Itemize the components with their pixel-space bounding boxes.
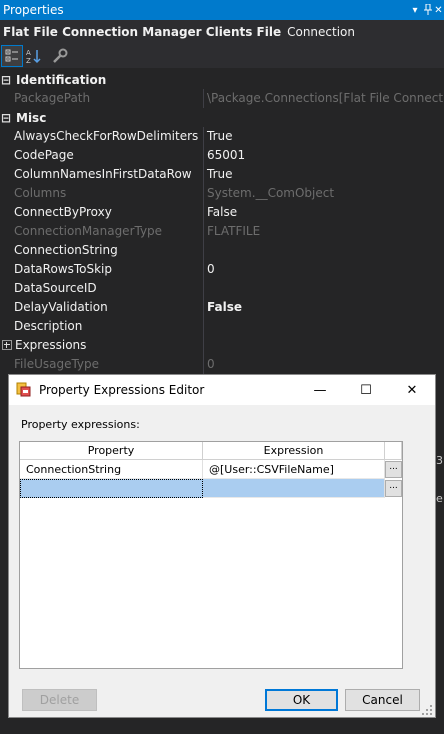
cancel-button[interactable]: Cancel [345, 689, 420, 711]
property-expressions-label: Property expressions: [21, 418, 140, 431]
alphabetical-icon[interactable]: A Z [24, 46, 44, 66]
property-value: 0 [204, 355, 444, 374]
property-name: CodePage [0, 146, 204, 165]
property-name: ConnectionString [0, 241, 204, 260]
property-value[interactable]: 65001 [204, 146, 444, 165]
property-row[interactable]: CodePage 65001 [0, 146, 444, 165]
property-name: ConnectByProxy [0, 203, 204, 222]
property-expressions-editor-dialog: Property Expressions Editor — ☐ ✕ Proper… [8, 374, 436, 718]
column-header-spacer [385, 442, 402, 460]
properties-toolbar: A Z [0, 44, 444, 68]
property-value[interactable] [204, 336, 444, 355]
minimize-icon[interactable]: — [297, 375, 343, 405]
property-row[interactable]: ConnectionString [0, 241, 444, 260]
collapse-icon[interactable]: ⊟ [0, 73, 13, 87]
property-row[interactable]: AlwaysCheckForRowDelimiters True [0, 127, 444, 146]
maximize-icon[interactable]: ☐ [343, 375, 389, 405]
property-row-expressions[interactable]: Expressions [0, 336, 444, 355]
resize-grip-icon[interactable] [422, 705, 432, 715]
window-title: Properties [3, 3, 64, 17]
property-row[interactable]: Description [0, 317, 444, 336]
property-value[interactable] [204, 279, 444, 298]
category-label: Identification [16, 72, 107, 87]
categorized-icon[interactable] [1, 45, 23, 67]
ok-button[interactable]: OK [265, 689, 338, 711]
column-header-property[interactable]: Property [20, 442, 203, 460]
dropdown-arrow-icon[interactable]: ▾ [408, 0, 422, 20]
property-name: DataSourceID [0, 279, 204, 298]
property-name: DataRowsToSkip [0, 260, 204, 279]
property-name: PackagePath [0, 89, 204, 108]
property-name: Expressions [0, 336, 204, 355]
property-value: System.__ComObject [204, 184, 444, 203]
category-label: Misc [16, 110, 47, 125]
property-row[interactable]: Columns System.__ComObject [0, 184, 444, 203]
property-value[interactable]: 0 [204, 260, 444, 279]
background-text: e [436, 492, 443, 505]
property-value[interactable] [204, 241, 444, 260]
property-name: AlwaysCheckForRowDelimiters [0, 127, 204, 146]
category-identification[interactable]: ⊟ Identification [0, 70, 444, 89]
property-row[interactable]: DataRowsToSkip 0 [0, 260, 444, 279]
property-name: FileUsageType [0, 355, 204, 374]
property-value[interactable]: True [204, 127, 444, 146]
property-grid: ⊟ Identification PackagePath \Package.Co… [0, 70, 444, 374]
property-row[interactable]: FileUsageType 0 [0, 355, 444, 374]
category-misc[interactable]: ⊟ Misc [0, 108, 444, 127]
app-icon [16, 382, 32, 398]
expressions-table: Property Expression ConnectionString @[U… [19, 441, 403, 669]
property-value[interactable]: False [204, 203, 444, 222]
svg-text:Z: Z [26, 57, 31, 64]
object-selector[interactable]: Flat File Connection Manager Clients Fil… [0, 20, 444, 44]
property-name: ConnectionManagerType [0, 222, 204, 241]
table-cell-property[interactable]: ConnectionString [20, 460, 203, 479]
property-name: ColumnNamesInFirstDataRow [0, 165, 204, 184]
property-name: Columns [0, 184, 204, 203]
background-text: 3 [436, 454, 443, 467]
property-value[interactable]: True [204, 165, 444, 184]
collapse-icon[interactable]: ⊟ [0, 111, 13, 125]
property-value: FLATFILE [204, 222, 444, 241]
property-pages-icon[interactable] [50, 46, 70, 66]
delete-button[interactable]: Delete [22, 689, 97, 711]
object-type: Connection [287, 25, 356, 39]
property-row[interactable]: PackagePath \Package.Connections[Flat Fi… [0, 89, 444, 108]
property-name: DelayValidation [0, 298, 204, 317]
expand-icon[interactable] [2, 340, 12, 350]
close-icon[interactable]: ✕ [389, 375, 435, 405]
dialog-title-bar[interactable]: Property Expressions Editor — ☐ ✕ [9, 375, 435, 405]
property-row[interactable]: DelayValidation False [0, 298, 444, 317]
property-name-label: Expressions [15, 338, 87, 352]
property-value[interactable] [204, 317, 444, 336]
property-row[interactable]: DataSourceID [0, 279, 444, 298]
property-value[interactable]: False [204, 298, 444, 317]
ellipsis-button[interactable]: ... [385, 461, 402, 478]
object-name: Flat File Connection Manager Clients Fil… [3, 25, 282, 39]
table-cell-expression[interactable]: @[User::CSVFileName] [203, 460, 385, 479]
column-header-expression[interactable]: Expression [203, 442, 385, 460]
property-value: \Package.Connections[Flat File Connectio… [204, 89, 444, 108]
close-icon[interactable]: ✕ [433, 0, 444, 20]
ellipsis-button[interactable]: ... [385, 480, 402, 497]
dialog-title: Property Expressions Editor [39, 383, 205, 397]
property-row[interactable]: ColumnNamesInFirstDataRow True [0, 165, 444, 184]
svg-text:A: A [26, 49, 31, 57]
property-row[interactable]: ConnectByProxy False [0, 203, 444, 222]
properties-title-bar: Properties ▾ ✕ [0, 0, 444, 20]
property-name: Description [0, 317, 204, 336]
table-cell-property-new[interactable] [20, 479, 203, 498]
property-row[interactable]: ConnectionManagerType FLATFILE [0, 222, 444, 241]
table-cell-expression-new[interactable] [203, 479, 385, 498]
